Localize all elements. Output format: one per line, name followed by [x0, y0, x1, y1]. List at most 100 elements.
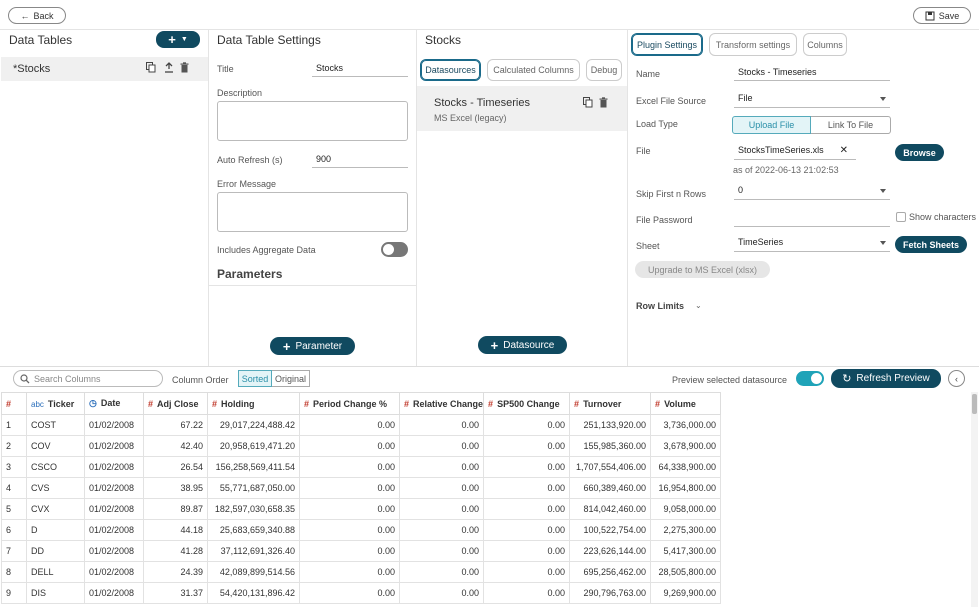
refresh-preview-button[interactable]: ↻ Refresh Preview	[831, 369, 941, 388]
divider	[627, 30, 628, 366]
hash-icon: #	[148, 398, 154, 409]
table-row[interactable]: 5 CVX 01/02/2008 89.87 182,597,030,658.35 0.0…	[1, 498, 722, 520]
table-cell: 100,522,754.00	[569, 519, 652, 541]
upgrade-button[interactable]: Upgrade to MS Excel (xlsx)	[635, 261, 770, 278]
table-row[interactable]: 2 COV 01/02/2008 42.40 20,958,619,471.20 0.00…	[1, 435, 722, 457]
table-row[interactable]: 6 D 01/02/2008 44.18 25,683,659,340.88 0.00 0.…	[1, 519, 722, 541]
hash-icon: #	[655, 398, 661, 409]
preview-toggle[interactable]	[796, 371, 824, 386]
add-data-table-button[interactable]: + ▼	[156, 31, 200, 48]
skip-rows-select[interactable]: 0	[734, 185, 890, 200]
table-cell: DIS	[26, 582, 85, 604]
scrollbar-thumb[interactable]	[972, 394, 977, 414]
show-characters-checkbox[interactable]	[896, 212, 906, 222]
table-cell: 37,112,691,326.40	[207, 540, 300, 562]
tab-calculated-columns[interactable]: Calculated Columns	[487, 59, 580, 81]
table-cell: 3,736,000.00	[650, 414, 722, 436]
table-cell: D	[26, 519, 85, 541]
column-header[interactable]: # SP500 Change	[483, 392, 571, 415]
data-tables-title: Data Tables	[9, 33, 73, 47]
browse-button[interactable]: Browse	[895, 144, 944, 161]
table-row[interactable]: 1 COST 01/02/2008 67.22 29,017,224,488.42 0.0…	[1, 414, 722, 436]
aggregate-toggle[interactable]	[381, 242, 408, 257]
clock-icon: ◷	[89, 398, 97, 408]
back-button[interactable]: ← Back	[8, 7, 66, 24]
fetch-sheets-button[interactable]: Fetch Sheets	[895, 236, 967, 253]
title-input[interactable]: Stocks	[312, 63, 408, 77]
trash-icon[interactable]	[599, 97, 608, 108]
search-placeholder: Search Columns	[34, 374, 101, 384]
password-input[interactable]	[734, 212, 890, 227]
column-header[interactable]: abc Ticker	[26, 392, 85, 415]
datasource-item[interactable]: Stocks - Timeseries MS Excel (legacy)	[417, 86, 627, 131]
table-cell: CSCO	[26, 456, 85, 478]
table-row[interactable]: 4 CVS 01/02/2008 38.95 55,771,687,050.00 0.00…	[1, 477, 722, 499]
tab-debug[interactable]: Debug	[586, 59, 622, 81]
stocks-title: Stocks	[425, 33, 462, 47]
hash-icon: #	[488, 398, 494, 409]
copy-icon[interactable]	[583, 97, 593, 108]
table-cell: 695,256,462.00	[569, 561, 652, 583]
column-header[interactable]: # Adj Close	[143, 392, 208, 415]
add-parameter-button[interactable]: + Parameter	[270, 337, 355, 355]
table-cell: 5	[1, 498, 27, 520]
trash-icon[interactable]	[180, 62, 189, 73]
collapse-button[interactable]: ‹	[948, 370, 965, 387]
column-header-label: Date	[100, 398, 121, 408]
chevron-down-icon[interactable]: ⌄	[695, 301, 702, 310]
search-columns-input[interactable]: Search Columns	[13, 370, 163, 387]
table-cell: 155,985,360.00	[569, 435, 652, 457]
upload-file-toggle[interactable]: Upload File	[732, 116, 811, 134]
table-cell: 0.00	[299, 561, 400, 583]
sheet-select[interactable]: TimeSeries	[734, 237, 890, 252]
excel-source-select[interactable]: File	[734, 93, 890, 108]
auto-refresh-input[interactable]: 900	[312, 154, 408, 168]
column-header[interactable]: # Relative Change	[398, 392, 485, 415]
table-cell: 01/02/2008	[84, 498, 144, 520]
tab-plugin-settings[interactable]: Plugin Settings	[631, 33, 703, 56]
table-row[interactable]: 3 CSCO 01/02/2008 26.54 156,258,569,411.54 0.…	[1, 456, 722, 478]
chevron-down-icon	[880, 189, 886, 193]
original-toggle[interactable]: Original	[272, 370, 310, 387]
scrollbar[interactable]	[971, 392, 978, 607]
datasource-type: MS Excel (legacy)	[434, 113, 507, 123]
close-icon[interactable]: ✕	[840, 145, 848, 156]
column-header[interactable]: #	[1, 392, 27, 415]
table-cell: 89.87	[143, 498, 208, 520]
table-cell: 7	[1, 540, 27, 562]
table-cell: 42.40	[143, 435, 208, 457]
add-datasource-button[interactable]: + Datasource	[478, 336, 567, 354]
save-button[interactable]: Save	[913, 7, 971, 24]
table-cell: 0.00	[483, 435, 571, 457]
column-header[interactable]: # Turnover	[569, 392, 652, 415]
skip-rows-label: Skip First n Rows	[636, 189, 707, 199]
copy-icon[interactable]	[146, 62, 156, 73]
table-row[interactable]: 8 DELL 01/02/2008 24.39 42,089,899,514.56 0.0…	[1, 561, 722, 583]
column-header[interactable]: ◷ Date	[84, 392, 144, 415]
error-message-textarea[interactable]	[217, 192, 408, 232]
aggregate-label: Includes Aggregate Data	[217, 245, 316, 255]
upload-icon[interactable]	[164, 62, 174, 73]
link-to-file-toggle[interactable]: Link To File	[811, 116, 891, 134]
column-header[interactable]: # Period Change %	[299, 392, 400, 415]
table-cell: CVS	[26, 477, 85, 499]
table-cell: 0.00	[483, 477, 571, 499]
sorted-toggle[interactable]: Sorted	[238, 370, 272, 387]
name-input[interactable]: Stocks - Timeseries	[734, 67, 890, 81]
table-row[interactable]: 7 DD 01/02/2008 41.28 37,112,691,326.40 0.00 0…	[1, 540, 722, 562]
description-textarea[interactable]	[217, 101, 408, 141]
column-header-label: Turnover	[583, 398, 622, 409]
row-limits-label[interactable]: Row Limits	[636, 301, 684, 311]
column-header[interactable]: # Volume	[650, 392, 722, 415]
tab-datasources[interactable]: Datasources	[420, 59, 481, 81]
password-label: File Password	[636, 215, 693, 225]
column-header[interactable]: # Holding	[207, 392, 300, 415]
tab-columns[interactable]: Columns	[803, 33, 847, 56]
table-row[interactable]: 9 DIS 01/02/2008 31.37 54,420,131,896.42 0.00…	[1, 582, 722, 604]
tab-transform-settings[interactable]: Transform settings	[709, 33, 797, 56]
preview-table: # abc Ticker ◷ Date # Adj Close # Holding # Period…	[1, 392, 722, 604]
table-cell: 20,958,619,471.20	[207, 435, 300, 457]
table-cell: 2,275,300.00	[650, 519, 722, 541]
data-table-item[interactable]: *Stocks	[1, 57, 208, 81]
data-table-label: *Stocks	[13, 63, 51, 75]
